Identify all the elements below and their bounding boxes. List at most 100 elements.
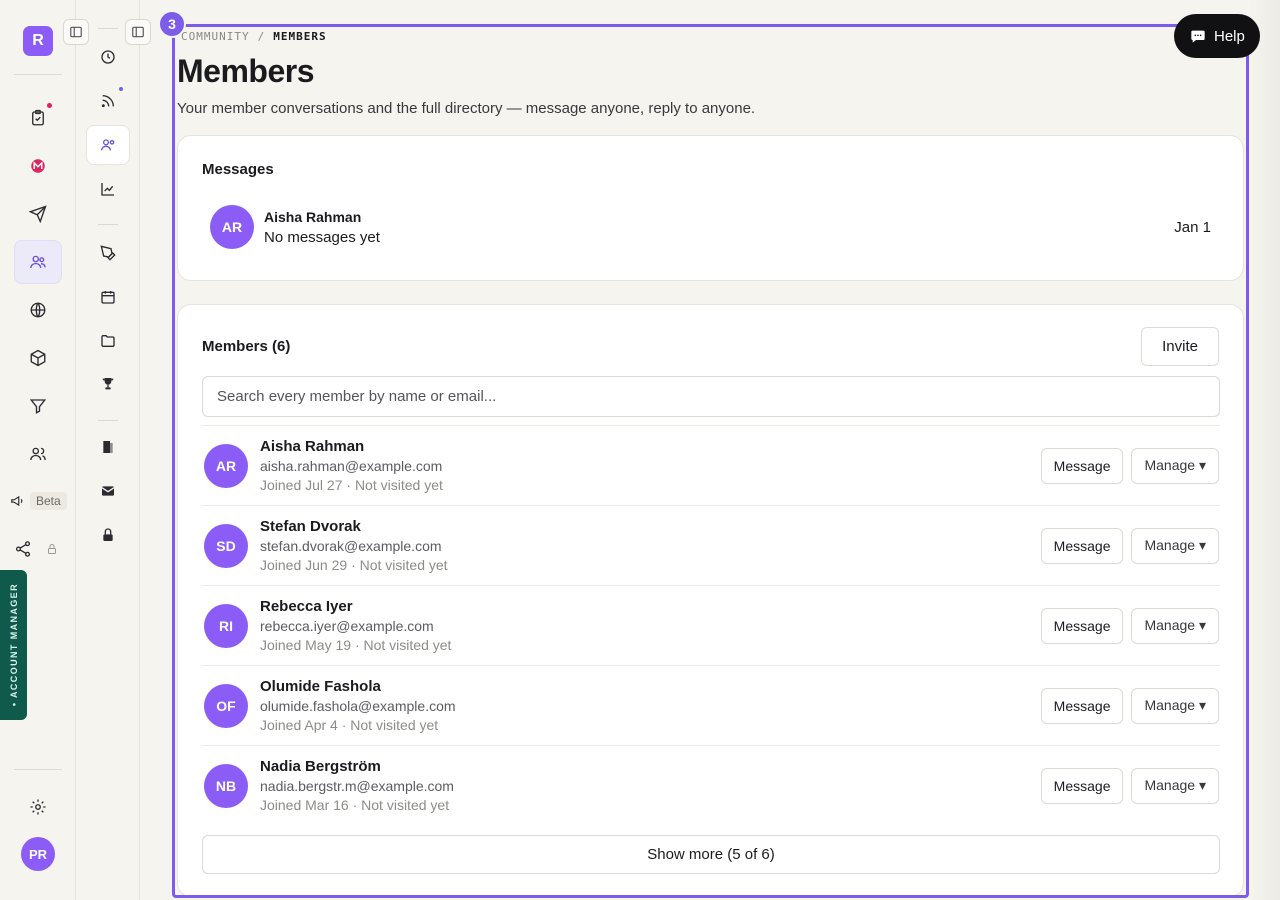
member-email: aisha.rahman@example.com [260, 458, 443, 474]
show-more-button[interactable]: Show more (5 of 6) [202, 835, 1220, 874]
member-email: olumide.fashola@example.com [260, 698, 456, 714]
member-row: OF Olumide Fashola olumide.fashola@examp… [202, 665, 1220, 745]
member-meta: Joined Jun 29 · Not visited yet [260, 557, 448, 573]
subnav-item-feed[interactable] [86, 81, 130, 121]
avatar: OF [204, 683, 248, 728]
breadcrumb-members: MEMBERS [273, 30, 327, 43]
sidebar-item-community[interactable] [14, 240, 62, 284]
manage-dropdown[interactable]: Manage ▾ [1131, 527, 1219, 564]
subnav-item-email[interactable] [86, 471, 130, 511]
messages-title: Messages [202, 161, 274, 178]
gear-icon [30, 799, 46, 815]
breadcrumb-separator: / [257, 30, 266, 43]
sidebar-item-announcements[interactable]: Beta [10, 492, 67, 510]
collapse-subnav-button[interactable] [125, 19, 151, 45]
sidebar-item-send[interactable] [14, 192, 62, 236]
app-m-icon [31, 159, 45, 173]
member-search-input[interactable] [202, 376, 1220, 417]
avatar: NB [204, 763, 248, 808]
envelope-icon [101, 486, 115, 496]
conversation-name: Aisha Rahman [264, 208, 362, 225]
subnav-item-doors[interactable] [86, 427, 130, 467]
line-chart-icon [101, 183, 114, 196]
member-meta: Joined Jul 27 · Not visited yet [260, 477, 443, 493]
beta-badge: Beta [30, 492, 67, 510]
door-icon [103, 441, 113, 453]
member-row: AR Aisha Rahman aisha.rahman@example.com… [202, 425, 1220, 505]
subnav-item-members[interactable] [86, 125, 130, 165]
notification-dot [47, 103, 52, 108]
member-name[interactable]: Nadia Bergström [260, 758, 454, 775]
subnav-divider [98, 28, 118, 29]
subnav-divider [98, 224, 118, 225]
messages-card: Messages AR Aisha Rahman No messages yet… [177, 135, 1244, 281]
subnav-divider [98, 420, 118, 421]
page-subtitle: Your member conversations and the full d… [177, 100, 756, 117]
sidebar-item-website[interactable] [14, 288, 62, 332]
sidebar-divider [14, 769, 62, 770]
member-meta: Joined Mar 16 · Not visited yet [260, 797, 450, 813]
conversation-item[interactable]: AR Aisha Rahman No messages yet Jan 1 [202, 198, 1220, 256]
conversation-date: Jan 1 [1174, 218, 1211, 236]
message-button[interactable]: Message [1040, 447, 1124, 484]
subnav-item-leaderboard[interactable] [86, 364, 130, 404]
collapse-sidebar-button[interactable] [63, 19, 89, 45]
avatar: RI [204, 603, 248, 648]
workspace-logo[interactable]: R [23, 26, 53, 56]
folder-icon [101, 335, 115, 347]
invite-button[interactable]: Invite [1141, 327, 1219, 366]
help-label: Help [1214, 27, 1245, 45]
account-manager-tab[interactable]: • ACCOUNT MANAGER [0, 570, 27, 720]
member-list: AR Aisha Rahman aisha.rahman@example.com… [202, 425, 1220, 825]
subnav-item-files[interactable] [86, 321, 130, 361]
unread-dot [119, 87, 123, 91]
members-card: Members (6) Invite AR Aisha Rahman aisha… [177, 304, 1244, 895]
clock-icon [101, 50, 115, 64]
sidebar-item-funnels[interactable] [14, 384, 62, 428]
member-name[interactable]: Aisha Rahman [260, 438, 443, 455]
sidebar-item-tasks[interactable] [14, 96, 62, 140]
sidebar-toggle-icon [132, 26, 144, 38]
message-button[interactable]: Message [1040, 527, 1124, 564]
subnav-item-activity[interactable] [86, 37, 130, 77]
sidebar-item-mail-app[interactable] [14, 144, 62, 188]
sidebar-item-integrations[interactable] [14, 540, 58, 558]
members-icon [101, 139, 115, 151]
sidebar-item-settings[interactable] [14, 785, 62, 829]
share-nodes-icon [15, 541, 31, 557]
subnav-item-posts[interactable] [86, 233, 130, 273]
people-icon [30, 447, 46, 461]
member-name[interactable]: Rebecca Iyer [260, 598, 451, 615]
user-avatar[interactable]: PR [21, 837, 55, 871]
manage-dropdown[interactable]: Manage ▾ [1131, 767, 1219, 804]
globe-icon [30, 302, 46, 318]
sidebar-divider [14, 74, 62, 75]
sidebar-item-contacts[interactable] [14, 432, 62, 476]
member-email: rebecca.iyer@example.com [260, 618, 434, 634]
manage-dropdown[interactable]: Manage ▾ [1131, 447, 1219, 484]
lock-icon [48, 544, 56, 554]
megaphone-icon [11, 495, 23, 507]
manage-dropdown[interactable]: Manage ▾ [1131, 687, 1219, 724]
breadcrumb-community[interactable]: COMMUNITY [181, 30, 250, 43]
message-button[interactable]: Message [1040, 607, 1124, 644]
message-button[interactable]: Message [1040, 767, 1124, 804]
users-icon [30, 255, 46, 269]
subnav-item-events[interactable] [86, 277, 130, 317]
subnav-item-private[interactable] [86, 515, 130, 555]
subnav-item-analytics[interactable] [86, 169, 130, 209]
rss-icon [101, 95, 114, 108]
community-subnav [76, 0, 140, 900]
manage-dropdown[interactable]: Manage ▾ [1131, 607, 1219, 644]
member-row: NB Nadia Bergström nadia.bergstr.m@examp… [202, 745, 1220, 825]
primary-sidebar: R Beta • ACCOUNT MANAGER PR [0, 0, 76, 900]
pen-tool-icon [100, 245, 116, 261]
member-name[interactable]: Stefan Dvorak [260, 518, 448, 535]
step-badge: 3 [158, 10, 186, 38]
sidebar-item-products[interactable] [14, 336, 62, 380]
help-button[interactable]: Help [1174, 14, 1260, 58]
calendar-icon [101, 291, 115, 304]
message-button[interactable]: Message [1040, 687, 1124, 724]
page-edge-shade [1250, 0, 1280, 900]
member-name[interactable]: Olumide Fashola [260, 678, 456, 695]
